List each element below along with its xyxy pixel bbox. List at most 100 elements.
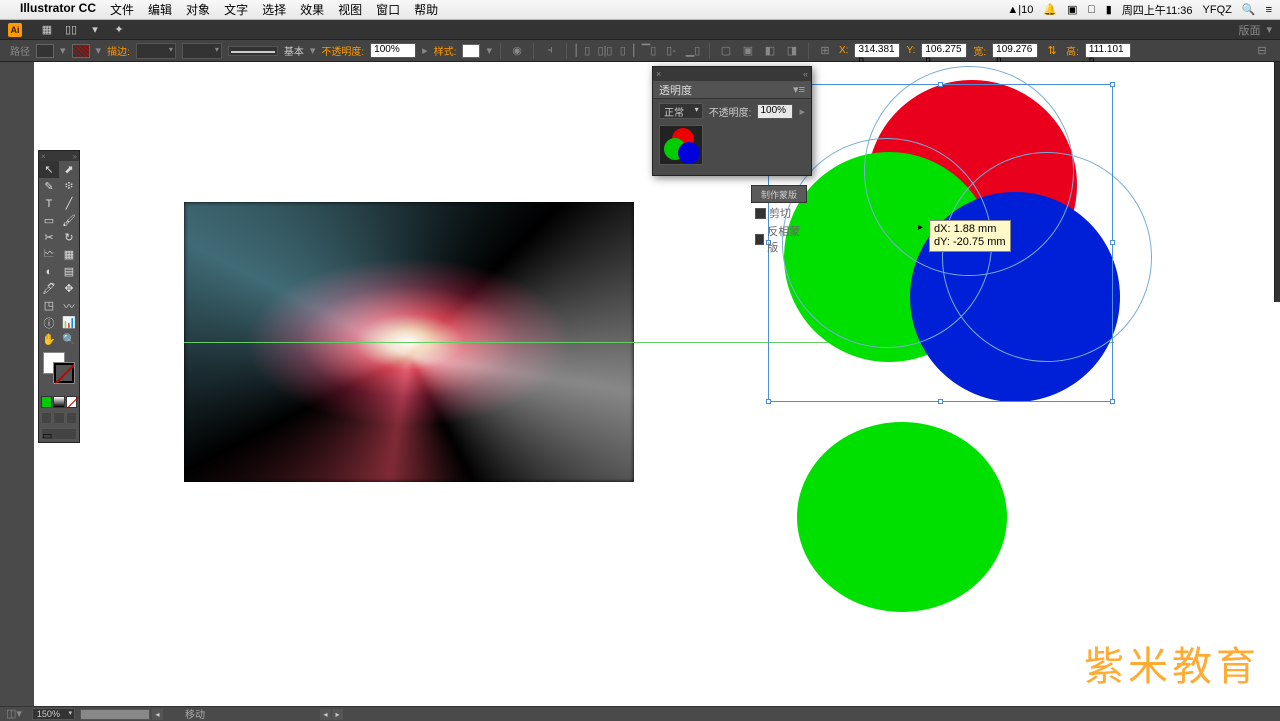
panel-thumb[interactable] xyxy=(659,125,703,165)
color-sw[interactable] xyxy=(41,396,52,408)
x-field[interactable]: 314.381 n xyxy=(854,43,900,58)
stroke-weight[interactable] xyxy=(136,43,176,59)
menu-effect[interactable]: 效果 xyxy=(300,1,324,18)
panel-header[interactable]: ×« xyxy=(653,67,811,81)
battery-icon[interactable]: ▮ xyxy=(1106,3,1112,16)
align-l-icon[interactable]: ▏▯ xyxy=(575,43,591,59)
eyedropper-tool[interactable]: ⓘ xyxy=(39,314,59,331)
brush-def[interactable] xyxy=(228,46,278,56)
circle-green-2[interactable] xyxy=(797,422,1007,612)
pencil-tool[interactable]: 〰 xyxy=(59,297,79,314)
stroke-label[interactable]: 描边: xyxy=(107,43,130,58)
h-field[interactable]: 111.101 n xyxy=(1085,43,1131,58)
width-tool[interactable]: 🗠 xyxy=(39,246,59,263)
magic-wand-tool[interactable]: ✎ xyxy=(39,178,59,195)
draw-normal[interactable] xyxy=(41,412,52,424)
handle-tm[interactable] xyxy=(938,82,943,87)
panel-collapse-icon[interactable]: « xyxy=(803,69,808,79)
panel-opacity[interactable]: 100% xyxy=(757,104,793,119)
workspace-label[interactable]: 版面 xyxy=(1238,22,1260,38)
direct-select-tool[interactable]: ⬈ xyxy=(59,161,79,178)
menu-select[interactable]: 选择 xyxy=(262,1,286,18)
align-b-icon[interactable]: ▁▯ xyxy=(685,43,701,59)
zoom-field[interactable]: 150% xyxy=(32,708,75,720)
menu-type[interactable]: 文字 xyxy=(224,1,248,18)
style-swatch[interactable] xyxy=(462,44,480,58)
zoom-tool[interactable]: 🔍 xyxy=(59,331,79,348)
stock-icon[interactable]: ✦ xyxy=(112,23,126,37)
panel-menu-icon[interactable]: ⊟ xyxy=(1254,43,1270,59)
align1-icon[interactable]: ⫞ xyxy=(542,43,558,59)
transparency-panel[interactable]: ×« 透明度▾≡ 正常 不透明度: 100% ▸ 制作蒙版 剪切 反相蒙版 xyxy=(652,66,812,176)
menu-object[interactable]: 对象 xyxy=(186,1,210,18)
stroke-arrow-icon[interactable]: ▾ xyxy=(96,44,102,57)
tb-collapse-icon[interactable]: » xyxy=(73,152,77,161)
make-mask-button[interactable]: 制作蒙版 xyxy=(751,185,807,203)
stroke-swatch[interactable] xyxy=(72,44,90,58)
fill-stroke[interactable] xyxy=(41,352,77,390)
menu-file[interactable]: 文件 xyxy=(110,1,134,18)
handle-br[interactable] xyxy=(1110,399,1115,404)
notif-icon[interactable]: 🔔 xyxy=(1043,3,1057,16)
recolor-icon[interactable]: ◉ xyxy=(509,43,525,59)
scroll-right-icon[interactable]: ▸ xyxy=(332,709,343,720)
opacity-label[interactable]: 不透明度: xyxy=(321,43,364,58)
rotate-tool[interactable]: ↻ xyxy=(59,229,79,246)
panel-close-icon[interactable]: × xyxy=(656,69,661,79)
shape2-icon[interactable]: ▣ xyxy=(740,43,756,59)
free-transform-tool[interactable]: ▦ xyxy=(59,246,79,263)
adobe-status-icon[interactable]: ▲|10 xyxy=(1007,4,1033,16)
selection-tool[interactable]: ↖ xyxy=(39,161,59,178)
stroke-box[interactable] xyxy=(53,362,75,384)
opacity-field[interactable]: 100% xyxy=(370,43,416,58)
artboard-tool[interactable]: ◳ xyxy=(39,297,59,314)
menu-app[interactable]: Illustrator CC xyxy=(20,1,96,18)
perspective-tool[interactable]: ▤ xyxy=(59,263,79,280)
gradient-sw[interactable] xyxy=(53,396,64,408)
link-wh-icon[interactable]: ⇅ xyxy=(1044,43,1060,59)
paintbrush-tool[interactable]: 🖌 xyxy=(59,212,79,229)
align-c-icon[interactable]: ▯|▯ xyxy=(597,43,613,59)
op-arrow-icon[interactable]: ▸ xyxy=(422,44,428,57)
curvature-tool[interactable]: ✥ xyxy=(59,280,79,297)
shape3-icon[interactable]: ◧ xyxy=(762,43,778,59)
menu-window[interactable]: 窗口 xyxy=(376,1,400,18)
handle-mr[interactable] xyxy=(1110,240,1115,245)
align-r-icon[interactable]: ▯▕ xyxy=(619,43,635,59)
menu-view[interactable]: 视图 xyxy=(338,1,362,18)
draw-behind[interactable] xyxy=(53,412,64,424)
graph-tool[interactable]: 📊 xyxy=(59,314,79,331)
scroll-left-icon[interactable]: ◂ xyxy=(152,709,163,720)
transform-icon[interactable]: ⊞ xyxy=(817,43,833,59)
rectangle-tool[interactable]: ▭ xyxy=(39,212,59,229)
align-m-icon[interactable]: ▯- xyxy=(663,43,679,59)
align-t-icon[interactable]: ▔▯ xyxy=(641,43,657,59)
workspace-arrow-icon[interactable]: ▾ xyxy=(1266,23,1272,36)
w-field[interactable]: 109.276 n xyxy=(992,43,1038,58)
type-tool[interactable]: T xyxy=(39,195,59,212)
menu-help[interactable]: 帮助 xyxy=(414,1,438,18)
right-panel-strip[interactable] xyxy=(1274,62,1280,302)
handle-tr[interactable] xyxy=(1110,82,1115,87)
menu-edit[interactable]: 编辑 xyxy=(148,1,172,18)
wifi-icon[interactable]: 􀙇 xyxy=(1088,4,1096,16)
screen-icon[interactable]: ▣ xyxy=(1067,3,1077,16)
var-width[interactable] xyxy=(182,43,222,59)
fill-swatch[interactable] xyxy=(36,44,54,58)
shape1-icon[interactable]: ▢ xyxy=(718,43,734,59)
style-label[interactable]: 样式: xyxy=(434,43,457,58)
clock[interactable]: 周四上午11:36 xyxy=(1122,2,1193,18)
nav-icon[interactable]: ◫▾ xyxy=(6,707,22,720)
user[interactable]: YFQZ xyxy=(1203,4,1232,16)
fill-arrow-icon[interactable]: ▾ xyxy=(60,44,66,57)
h-scrollbar[interactable] xyxy=(80,709,150,720)
none-sw[interactable] xyxy=(66,396,77,408)
panel-tab[interactable]: 透明度▾≡ xyxy=(653,81,811,99)
toolbox[interactable]: ×» ↖ ⬈ ✎ ፨ T ╱ ▭ 🖌 ✂ ↻ 🗠 ▦ ◐ ▤ 🖊 ✥ ◳ 〰 ⓘ… xyxy=(38,150,80,443)
scissors-tool[interactable]: ✂ xyxy=(39,229,59,246)
y-field[interactable]: 106.275 n xyxy=(921,43,967,58)
menu-icon[interactable]: ≡ xyxy=(1266,4,1272,16)
screen-mode[interactable]: ▭ xyxy=(41,428,77,440)
hand-tool[interactable]: ✋ xyxy=(39,331,59,348)
handle-bl[interactable] xyxy=(766,399,771,404)
